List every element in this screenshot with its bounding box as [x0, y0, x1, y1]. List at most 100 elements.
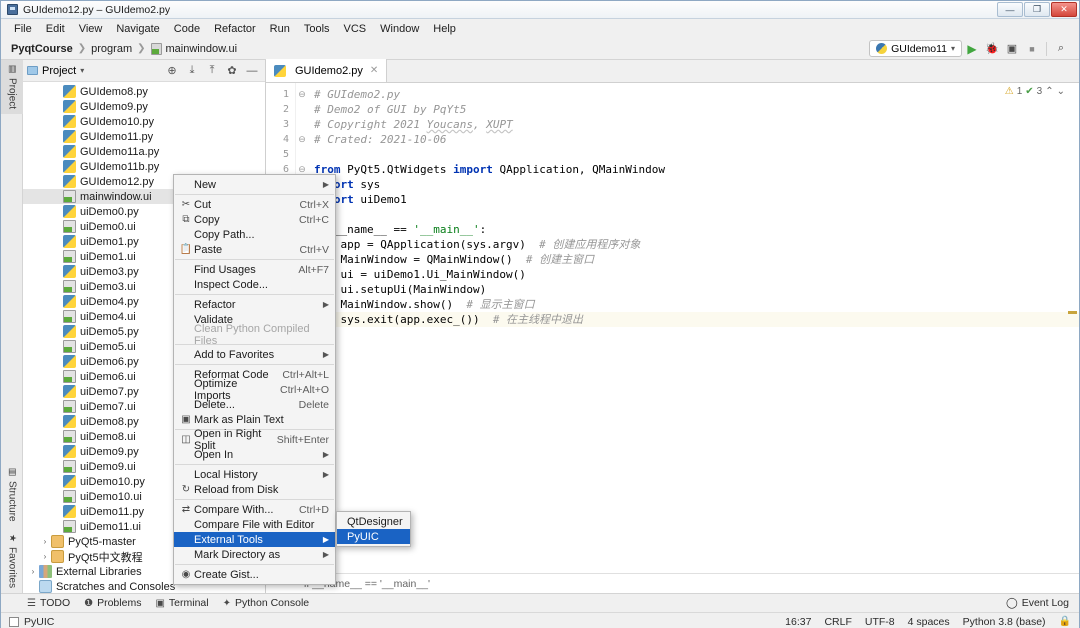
hide-panel-icon[interactable]: —: [243, 65, 261, 77]
tree-item-guidemo8-py[interactable]: GUIdemo8.py: [23, 84, 265, 99]
code-line[interactable]: # Demo2 of GUI by PqYt5: [308, 102, 1079, 117]
close-button[interactable]: ✕: [1051, 2, 1077, 17]
expand-arrow-icon[interactable]: ›: [39, 537, 51, 546]
breadcrumb-file[interactable]: mainwindow.ui: [166, 43, 238, 55]
fold-toggle-icon[interactable]: ⊖: [296, 87, 308, 102]
tree-item-guidemo11b-py[interactable]: GUIdemo11b.py: [23, 159, 265, 174]
submenu-item-qtdesigner[interactable]: QtDesigner: [337, 514, 410, 529]
inspection-widget[interactable]: ⚠ 1 ✔ 3 ⌃ ⌄: [1005, 86, 1065, 97]
file-encoding[interactable]: UTF-8: [865, 616, 895, 628]
menu-item-local-history[interactable]: Local History ▶: [174, 467, 335, 482]
scrollbar-marker[interactable]: [1068, 311, 1077, 314]
menu-item-reload-from-disk[interactable]: ↻ Reload from Disk: [174, 482, 335, 497]
line-separator[interactable]: CRLF: [824, 616, 851, 628]
code-line[interactable]: # Crated: 2021-10-06: [308, 132, 1079, 147]
tree-item-guidemo11-py[interactable]: GUIdemo11.py: [23, 129, 265, 144]
menu-item-compare-file-with-editor[interactable]: Compare File with Editor: [174, 517, 335, 532]
tool-window-problems[interactable]: ❶ Problems: [84, 597, 141, 609]
menu-item-mark-as-plain-text[interactable]: ▣ Mark as Plain Text: [174, 412, 335, 427]
menu-view[interactable]: View: [72, 21, 110, 37]
code-line[interactable]: MainWindow = QMainWindow() # 创建主窗口: [308, 252, 1079, 267]
menu-item-copy[interactable]: ⧉ Copy Ctrl+C: [174, 212, 335, 227]
code-line[interactable]: MainWindow.show() # 显示主窗口: [308, 297, 1079, 312]
run-with-coverage-button[interactable]: ▣: [1002, 42, 1022, 55]
tool-window-todo[interactable]: ☰ TODO: [27, 597, 70, 609]
minimize-button[interactable]: —: [997, 2, 1023, 17]
menu-refactor[interactable]: Refactor: [207, 21, 263, 37]
event-log-button[interactable]: ◯ Event Log: [1006, 597, 1079, 609]
tree-item-guidemo11a-py[interactable]: GUIdemo11a.py: [23, 144, 265, 159]
code-line[interactable]: sys.exit(app.exec_()) # 在主线程中退出: [308, 312, 1079, 327]
menu-item-paste[interactable]: 📋 Paste Ctrl+V: [174, 242, 335, 257]
search-icon[interactable]: ⌕: [1051, 42, 1071, 55]
sidebar-item-project[interactable]: ▤ Project: [1, 60, 23, 115]
tool-window-terminal[interactable]: ▣ Terminal: [155, 597, 208, 609]
locate-icon[interactable]: ⊕: [163, 64, 181, 77]
menu-item-mark-directory-as[interactable]: Mark Directory as ▶: [174, 547, 335, 562]
expand-arrow-icon[interactable]: ›: [27, 567, 39, 576]
menu-item-new[interactable]: New ▶: [174, 177, 335, 192]
background-task[interactable]: PyUIC: [9, 616, 54, 628]
menu-item-optimize-imports[interactable]: Optimize Imports Ctrl+Alt+O: [174, 378, 335, 402]
code-line[interactable]: [308, 147, 1079, 162]
settings-gear-icon[interactable]: ✿: [223, 64, 241, 77]
tree-item-guidemo9-py[interactable]: GUIdemo9.py: [23, 99, 265, 114]
maximize-button[interactable]: ❐: [1024, 2, 1050, 17]
sidebar-item-structure[interactable]: ▥ Structure: [1, 463, 23, 527]
breadcrumb-project[interactable]: PyqtCourse: [11, 43, 73, 55]
tree-item-guidemo10-py[interactable]: GUIdemo10.py: [23, 114, 265, 129]
menu-item-inspect-code---[interactable]: Inspect Code...: [174, 277, 335, 292]
chevron-up-icon[interactable]: ⌃: [1045, 86, 1053, 97]
run-configuration-selector[interactable]: GUIdemo11 ▾: [869, 40, 962, 57]
debug-button[interactable]: 🐞: [982, 42, 1002, 55]
menu-edit[interactable]: Edit: [39, 21, 72, 37]
menu-item-external-tools[interactable]: External Tools ▶: [174, 532, 335, 547]
context-menu[interactable]: New ▶ ✂ Cut Ctrl+X ⧉ Copy Ctrl+C Copy Path... 📋 Pa…: [173, 174, 336, 585]
menu-item-cut[interactable]: ✂ Cut Ctrl+X: [174, 197, 335, 212]
menu-vcs[interactable]: VCS: [337, 21, 374, 37]
menu-help[interactable]: Help: [426, 21, 463, 37]
external-tools-submenu[interactable]: QtDesigner PyUIC: [336, 511, 411, 547]
code-line[interactable]: app = QApplication(sys.argv) # 创建应用程序对象: [308, 237, 1079, 252]
menu-code[interactable]: Code: [167, 21, 207, 37]
code-line[interactable]: ui = uiDemo1.Ui_MainWindow(): [308, 267, 1079, 282]
menu-item-refactor[interactable]: Refactor ▶: [174, 297, 335, 312]
code-content[interactable]: # GUIdemo2.py # Demo2 of GUI by PqYt5 # Co…: [308, 83, 1079, 573]
code-line[interactable]: from PyQt5.QtWidgets import QApplication…: [308, 162, 1079, 177]
menu-item-create-gist---[interactable]: ◉ Create Gist...: [174, 567, 335, 582]
menu-navigate[interactable]: Navigate: [109, 21, 166, 37]
python-interpreter[interactable]: Python 3.8 (base): [963, 616, 1046, 628]
close-icon[interactable]: ✕: [370, 65, 378, 76]
code-line[interactable]: # GUIdemo2.py: [308, 87, 1079, 102]
menu-tools[interactable]: Tools: [297, 21, 337, 37]
lock-icon[interactable]: 🔒: [1059, 616, 1071, 627]
code-line[interactable]: [308, 207, 1079, 222]
code-line[interactable]: if __name__ == '__main__':: [308, 222, 1079, 237]
expand-arrow-icon[interactable]: ›: [39, 552, 51, 561]
breadcrumb-folder[interactable]: program: [91, 43, 132, 55]
code-line[interactable]: import sys: [308, 177, 1079, 192]
fold-toggle-icon[interactable]: ⊖: [296, 132, 308, 147]
menu-file[interactable]: File: [7, 21, 39, 37]
stop-button[interactable]: ■: [1022, 44, 1042, 54]
code-line[interactable]: # Copyright 2021 Youcans, XUPT: [308, 117, 1079, 132]
menu-item-open-in-right-split[interactable]: ◫ Open in Right Split Shift+Enter: [174, 428, 335, 452]
menu-item-compare-with---[interactable]: ⇄ Compare With... Ctrl+D: [174, 502, 335, 517]
expand-all-icon[interactable]: ⤓: [183, 64, 201, 77]
menu-window[interactable]: Window: [373, 21, 426, 37]
code-area[interactable]: 12345678910111213141516 ⊖⊖⊖⊖⊖ # GUIdemo2…: [266, 83, 1079, 573]
collapse-all-icon[interactable]: ⤒: [203, 64, 221, 77]
code-line[interactable]: import uiDemo1: [308, 192, 1079, 207]
menu-item-open-in[interactable]: Open In ▶: [174, 447, 335, 462]
run-button[interactable]: ▶: [962, 42, 982, 56]
indent-setting[interactable]: 4 spaces: [908, 616, 950, 628]
menu-item-add-to-favorites[interactable]: Add to Favorites ▶: [174, 347, 335, 362]
tool-window-python-console[interactable]: ✦ Python Console: [223, 597, 310, 609]
tab-guidemo2[interactable]: GUIdemo2.py ✕: [266, 59, 388, 82]
menu-item-find-usages[interactable]: Find Usages Alt+F7: [174, 262, 335, 277]
sidebar-item-favorites[interactable]: ★ Favorites: [1, 529, 23, 593]
menu-item-delete---[interactable]: Delete... Delete: [174, 397, 335, 412]
code-line[interactable]: ui.setupUi(MainWindow): [308, 282, 1079, 297]
menu-run[interactable]: Run: [263, 21, 297, 37]
chevron-down-icon[interactable]: ⌄: [1057, 86, 1065, 97]
